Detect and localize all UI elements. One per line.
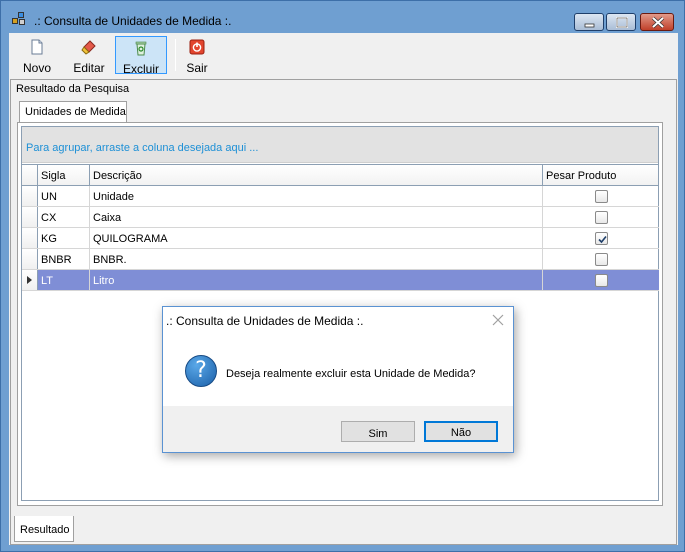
confirm-delete-dialog: .: Consulta de Unidades de Medida :. ? D… [162, 306, 514, 453]
main-window: .: Consulta de Unidades de Medida :. Nov… [0, 0, 685, 552]
client-area: Novo Editar Excluir Sair Resultado da Pe… [9, 33, 678, 545]
cell-descricao[interactable]: QUILOGRAMA [90, 228, 543, 248]
pesar-produto-checkbox[interactable] [595, 274, 608, 287]
close-button[interactable] [640, 13, 674, 31]
window-title: .: Consulta de Unidades de Medida :. [34, 14, 232, 28]
bottom-tab-label: Resultado [20, 524, 70, 536]
cell-pesar-produto [543, 228, 659, 248]
minimize-button[interactable] [574, 13, 604, 31]
minimize-icon [584, 23, 595, 28]
sair-button[interactable]: Sair [183, 36, 211, 75]
cell-descricao[interactable]: Caixa [90, 207, 543, 227]
row-indicator[interactable] [22, 228, 38, 248]
header-indicator-cell [22, 165, 38, 185]
pesar-produto-checkbox[interactable] [595, 211, 608, 224]
grid-header-row: Sigla Descrição Pesar Produto [22, 164, 659, 186]
cell-sigla[interactable]: KG [38, 228, 90, 248]
excluir-button[interactable]: Excluir [115, 36, 167, 76]
column-header-pesar-produto[interactable]: Pesar Produto [543, 165, 659, 185]
column-header-sigla[interactable]: Sigla [38, 165, 90, 185]
toolbar-separator [175, 39, 176, 71]
row-indicator[interactable] [22, 249, 38, 269]
cell-descricao[interactable]: Litro [90, 270, 543, 290]
table-row[interactable]: UN Unidade [22, 186, 659, 207]
cell-descricao[interactable]: BNBR. [90, 249, 543, 269]
dialog-message: Deseja realmente excluir esta Unidade de… [226, 368, 476, 380]
excluir-label: Excluir [122, 62, 159, 76]
novo-button[interactable]: Novo [15, 36, 59, 75]
nao-button[interactable]: Não [424, 421, 498, 442]
recycle-bin-icon [135, 41, 147, 56]
toolbar: Novo Editar Excluir Sair [9, 33, 678, 76]
table-row-selected[interactable]: LT Litro [22, 270, 659, 291]
sair-label: Sair [186, 61, 208, 75]
tab-label: Unidades de Medida [25, 106, 126, 118]
maximize-button[interactable] [606, 13, 636, 31]
row-indicator[interactable] [22, 186, 38, 206]
cell-sigla[interactable]: CX [38, 207, 90, 227]
cell-sigla[interactable]: UN [38, 186, 90, 206]
editar-label: Editar [73, 61, 105, 75]
title-bar[interactable]: .: Consulta de Unidades de Medida :. [1, 1, 684, 33]
question-icon: ? [185, 355, 217, 387]
app-icon [12, 12, 26, 26]
current-row-arrow-icon [27, 276, 32, 284]
cell-sigla[interactable]: LT [38, 270, 90, 290]
results-group-title: Resultado da Pesquisa [16, 83, 130, 95]
edit-brush-icon [81, 40, 96, 55]
table-row[interactable]: CX Caixa [22, 207, 659, 228]
exit-power-icon [189, 39, 205, 55]
editar-button[interactable]: Editar [67, 36, 111, 75]
novo-label: Novo [22, 61, 51, 75]
tab-resultado[interactable]: Resultado [14, 516, 74, 542]
row-indicator[interactable] [22, 270, 38, 290]
cell-pesar-produto [543, 270, 659, 290]
group-by-panel[interactable]: Para agrupar, arraste a coluna desejada … [22, 127, 658, 163]
pesar-produto-checkbox[interactable] [595, 232, 608, 245]
cell-descricao[interactable]: Unidade [90, 186, 543, 206]
new-document-icon [31, 39, 43, 55]
maximize-icon [616, 17, 628, 28]
close-icon [651, 16, 665, 29]
pesar-produto-checkbox[interactable] [595, 253, 608, 266]
group-by-hint: Para agrupar, arraste a coluna desejada … [26, 142, 259, 154]
pesar-produto-checkbox[interactable] [595, 190, 608, 203]
cell-pesar-produto [543, 207, 659, 227]
column-header-descricao[interactable]: Descrição [90, 165, 543, 185]
tab-unidades-de-medida[interactable]: Unidades de Medida [19, 101, 127, 123]
table-row[interactable]: BNBR BNBR. [22, 249, 659, 270]
cell-pesar-produto [543, 186, 659, 206]
row-indicator[interactable] [22, 207, 38, 227]
cell-pesar-produto [543, 249, 659, 269]
check-mark-icon [598, 235, 607, 244]
cell-sigla[interactable]: BNBR [38, 249, 90, 269]
dialog-title: .: Consulta de Unidades de Medida :. [166, 314, 364, 328]
table-row[interactable]: KG QUILOGRAMA [22, 228, 659, 249]
dialog-footer: Sim Não [163, 406, 513, 452]
sim-button[interactable]: Sim [341, 421, 415, 442]
dialog-close-icon[interactable] [492, 314, 504, 326]
